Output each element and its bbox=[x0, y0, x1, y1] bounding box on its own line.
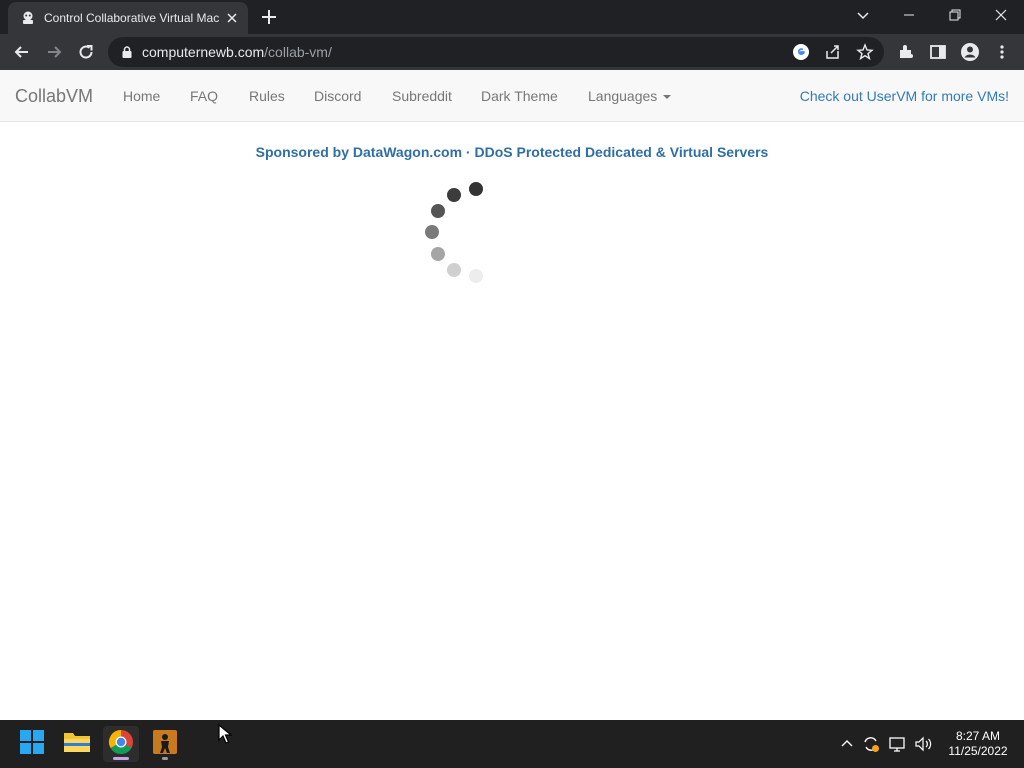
url-path: /collab-vm/ bbox=[264, 44, 332, 60]
lock-icon[interactable] bbox=[120, 45, 134, 59]
taskbar-clock[interactable]: 8:27 AM 11/25/2022 bbox=[940, 729, 1016, 759]
forward-arrow-icon[interactable] bbox=[44, 42, 64, 62]
windows-taskbar: 8:27 AM 11/25/2022 bbox=[0, 720, 1024, 768]
new-tab-icon[interactable] bbox=[260, 8, 278, 26]
site-brand[interactable]: CollabVM bbox=[15, 86, 93, 106]
network-icon[interactable] bbox=[888, 734, 908, 754]
window-close-button[interactable] bbox=[978, 0, 1024, 30]
spinner-dot bbox=[447, 263, 461, 277]
uservm-promo-link[interactable]: Check out UserVM for more VMs! bbox=[800, 88, 1009, 104]
sponsor-banner[interactable]: Sponsored by DataWagon.com · DDoS Protec… bbox=[0, 144, 1024, 160]
spinner-dot bbox=[425, 225, 439, 239]
spinner-dot bbox=[447, 188, 461, 202]
nav-link-faq[interactable]: FAQ bbox=[190, 88, 218, 104]
close-tab-icon[interactable] bbox=[224, 10, 240, 26]
bookmark-star-icon[interactable] bbox=[856, 43, 874, 61]
tab-search-chevron-icon[interactable] bbox=[854, 6, 872, 24]
sync-update-icon[interactable] bbox=[861, 734, 881, 754]
nav-link-rules[interactable]: Rules bbox=[249, 88, 285, 104]
extensions-icon[interactable] bbox=[896, 42, 916, 62]
google-icon[interactable] bbox=[792, 43, 810, 61]
chrome-icon bbox=[108, 729, 134, 760]
nav-link-subreddit[interactable]: Subreddit bbox=[392, 88, 452, 104]
loading-spinner bbox=[420, 178, 500, 290]
window-restore-button[interactable] bbox=[932, 0, 978, 30]
caret-down-icon bbox=[663, 95, 672, 100]
nav-link-discord[interactable]: Discord bbox=[314, 88, 361, 104]
spinner-dot bbox=[431, 247, 445, 261]
start-button[interactable] bbox=[14, 726, 50, 762]
languages-label: Languages bbox=[588, 88, 658, 104]
profile-icon[interactable] bbox=[960, 42, 980, 62]
mouse-cursor-icon bbox=[218, 723, 233, 744]
nav-link-home[interactable]: Home bbox=[123, 88, 160, 104]
reload-icon[interactable] bbox=[76, 42, 96, 62]
languages-dropdown[interactable]: Languages bbox=[588, 88, 672, 104]
url-host: computernewb.com bbox=[142, 44, 265, 60]
url-text[interactable]: computernewb.com/collab-vm/ bbox=[142, 44, 332, 60]
clock-date: 11/25/2022 bbox=[948, 744, 1008, 758]
address-bar[interactable]: computernewb.com/collab-vm/ bbox=[108, 37, 884, 67]
side-panel-icon[interactable] bbox=[928, 42, 948, 62]
start-icon bbox=[19, 729, 45, 760]
site-navbar: CollabVM Home FAQ Rules Discord Subreddi… bbox=[0, 70, 1024, 122]
browser-toolbar: computernewb.com/collab-vm/ bbox=[0, 34, 1024, 70]
browser-titlebar: Control Collaborative Virtual Machines bbox=[0, 0, 1024, 34]
file-explorer-button[interactable] bbox=[59, 726, 95, 762]
tab-title: Control Collaborative Virtual Machines bbox=[44, 11, 220, 25]
collabvm-favicon-icon bbox=[20, 10, 36, 26]
browser-menu-icon[interactable] bbox=[992, 42, 1012, 62]
share-icon[interactable] bbox=[824, 43, 842, 61]
game-taskbar-button[interactable] bbox=[147, 726, 183, 762]
volume-icon[interactable] bbox=[913, 734, 933, 754]
spinner-dot bbox=[469, 269, 483, 283]
window-minimize-button[interactable] bbox=[886, 0, 932, 30]
spinner-dot bbox=[431, 204, 445, 218]
clock-time: 8:27 AM bbox=[955, 729, 1001, 743]
file-explorer-icon bbox=[63, 730, 91, 759]
spinner-dot bbox=[469, 182, 483, 196]
running-indicator bbox=[162, 757, 168, 760]
browser-tab[interactable]: Control Collaborative Virtual Machines bbox=[8, 2, 248, 34]
nav-link-dark-theme[interactable]: Dark Theme bbox=[481, 88, 558, 104]
chrome-taskbar-button[interactable] bbox=[103, 726, 139, 762]
game-icon bbox=[152, 729, 178, 760]
show-hidden-icons-chevron-icon[interactable] bbox=[837, 734, 857, 754]
running-indicator bbox=[113, 757, 129, 760]
back-arrow-icon[interactable] bbox=[12, 42, 32, 62]
